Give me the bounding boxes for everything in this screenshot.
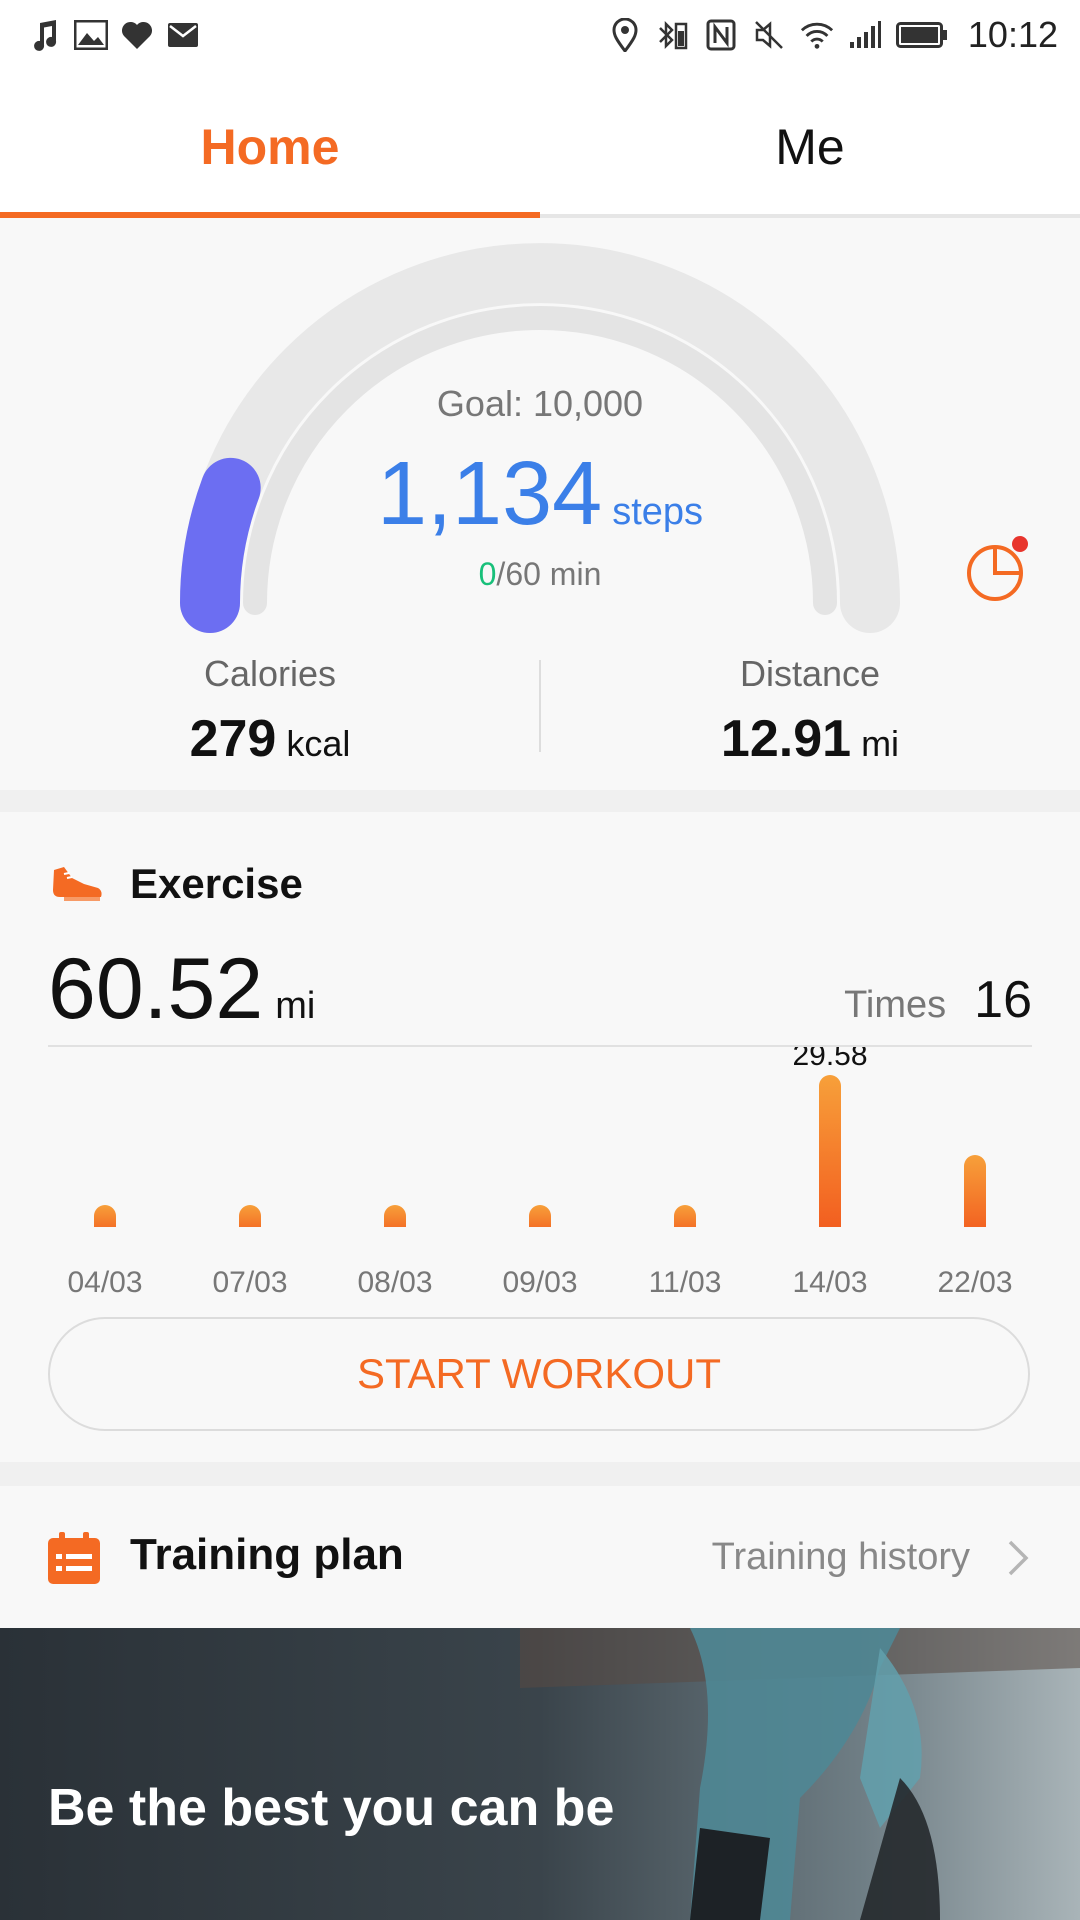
chart-baseline-mask [0,1227,1080,1247]
system-icons: 10:12 [608,14,1058,56]
calories-stat: Calories 279 kcal [0,653,540,769]
notification-dot [1012,536,1028,552]
exercise-card[interactable]: Exercise 60.52 mi Times 16 04/03 07/03 08/… [0,812,1080,1462]
tab-me[interactable]: Me [540,76,1080,218]
tab-home[interactable]: Home [0,76,540,218]
calories-value: 279 [189,710,277,768]
training-history-link[interactable]: Training history [712,1536,970,1579]
top-tabs: Home Me [0,76,1080,218]
calories-unit: kcal [286,723,351,764]
steps-goal: Goal: 10,000 [436,383,644,424]
exercise-bar-chart: 04/03 07/03 08/03 09/03 11/03 14/03 22/03 29.58 [0,1047,1080,1299]
distance-stat: Distance 12.91 mi [540,653,1080,769]
chart-x-label: 14/03 [792,1266,867,1299]
music-note-icon [28,18,62,52]
pie-chart-button[interactable] [965,533,1035,603]
exercise-times: Times 16 [844,970,1032,1030]
chart-bar-14-03[interactable] [819,1075,841,1238]
chart-x-label: 08/03 [357,1266,432,1299]
mail-icon [166,18,200,52]
location-icon [608,18,642,52]
distance-label: Distance [739,653,881,694]
calories-label: Calories [203,653,337,694]
chart-data-label: 29.58 [792,1047,867,1072]
start-workout-button[interactable]: START WORKOUT [48,1317,1030,1431]
nfc-icon [704,18,738,52]
signal-icon [848,18,882,52]
chart-x-label: 22/03 [937,1266,1012,1299]
exercise-total: 60.52 mi [48,940,315,1039]
steps-summary-card: Goal: 10,000 1,134 steps 0/60 min Calori… [0,218,1080,790]
training-plan-title: Training plan [130,1530,404,1579]
notification-icons [28,18,200,52]
status-bar: 10:12 [0,0,1080,76]
chart-x-label: 11/03 [649,1266,722,1299]
chart-bar-22-03[interactable] [964,1155,986,1238]
exercise-times-value: 16 [974,971,1032,1029]
steps-count: 1,134 [376,444,603,544]
exercise-total-distance: 60.52 [48,941,264,1037]
banner-text: Be the best you can be [48,1779,615,1837]
distance-unit: mi [861,723,900,764]
chevron-right-icon[interactable] [1004,1538,1034,1578]
steps-count-row: 1,134 steps [0,443,1080,546]
training-plan-row[interactable]: Training plan Training history [0,1486,1080,1628]
bluetooth-icon [656,18,690,52]
battery-icon [895,18,948,52]
exercise-total-unit: mi [275,985,316,1027]
runner-photo [0,1628,1080,1920]
motivation-banner[interactable]: Be the best you can be [0,1628,1080,1920]
heart-icon [120,18,154,52]
running-shoe-icon [53,867,102,901]
pie-chart-icon [967,536,1028,601]
wifi-icon [800,18,834,52]
mute-icon [752,18,786,52]
exercise-times-label: Times [844,984,947,1026]
exercise-header: Exercise [50,860,303,908]
calendar-icon [48,1532,100,1584]
chart-x-label: 09/03 [502,1266,577,1299]
active-minutes-goal: /60 min [496,556,602,592]
exercise-title: Exercise [130,860,303,907]
chart-x-label: 04/03 [67,1266,142,1299]
gallery-icon [74,18,108,52]
active-minutes-done: 0 [478,556,497,592]
status-time: 10:12 [967,14,1058,55]
distance-value: 12.91 [720,710,852,768]
steps-unit: steps [612,491,704,533]
chart-x-label: 07/03 [212,1266,287,1299]
active-minutes: 0/60 min [0,556,1080,593]
